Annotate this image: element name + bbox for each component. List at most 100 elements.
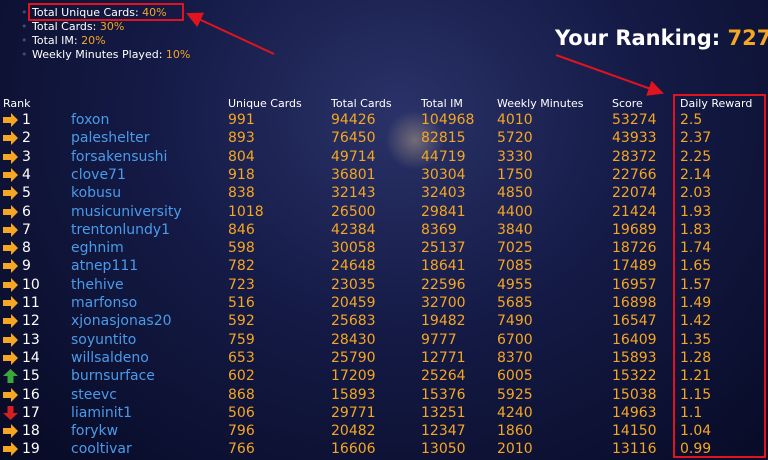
rank-cell: 9 [22, 258, 31, 275]
trend-same-icon [3, 332, 18, 347]
trend-same-icon [3, 442, 18, 457]
unique-cards-cell: 653 [228, 349, 255, 366]
player-name-link[interactable]: liaminit1 [71, 404, 132, 422]
total-cards-cell: 24648 [331, 258, 376, 275]
score-cell: 22074 [612, 185, 657, 202]
table-row: 16 steevc 868 15893 15376 5925 15038 1.15 [0, 386, 768, 404]
player-name-link[interactable]: steevc [71, 386, 117, 404]
table-row: 10 thehive 723 23035 22596 4955 16957 1.57 [0, 276, 768, 294]
trend-up-icon [3, 369, 18, 384]
score-cell: 21424 [612, 203, 657, 220]
weekly-minutes-cell: 3840 [497, 221, 533, 238]
score-cell: 19689 [612, 221, 657, 238]
weekly-minutes-cell: 5925 [497, 386, 533, 403]
total-im-cell: 30304 [421, 166, 466, 183]
total-cards-cell: 28430 [331, 331, 376, 348]
total-im-cell: 25137 [421, 240, 466, 257]
rank-cell: 10 [22, 276, 40, 293]
weekly-minutes-cell: 8370 [497, 349, 533, 366]
score-cell: 13116 [612, 441, 657, 458]
arrow-to-daily-reward [555, 54, 664, 96]
rank-cell: 8 [22, 240, 31, 257]
player-name-link[interactable]: paleshelter [71, 129, 150, 147]
daily-reward-cell: 1.74 [680, 240, 712, 257]
player-name-link[interactable]: forsakensushi [71, 148, 167, 166]
weekly-minutes-cell: 4955 [497, 276, 533, 293]
trend-same-icon [3, 167, 18, 182]
table-row: 18 forykw 796 20482 12347 1860 14150 1.04 [0, 422, 768, 440]
daily-reward-cell: 1.28 [680, 349, 712, 366]
total-cards-cell: 32143 [331, 185, 376, 202]
header-total-cards: Total Cards [331, 97, 392, 110]
score-cell: 14150 [612, 423, 657, 440]
rank-cell: 19 [22, 441, 40, 458]
player-name-link[interactable]: burnsurface [71, 367, 155, 385]
score-cell: 18726 [612, 240, 657, 257]
player-name-link[interactable]: willsaldeno [71, 349, 149, 367]
table-row: 14 willsaldeno 653 25790 12771 8370 15893 1.28 [0, 349, 768, 367]
total-im-cell: 22596 [421, 276, 466, 293]
trend-same-icon [3, 350, 18, 365]
total-cards-cell: 15893 [331, 386, 376, 403]
table-row: 5 kobusu 838 32143 32403 4850 22074 2.03 [0, 184, 768, 202]
table-row: 2 paleshelter 893 76450 82815 5720 43933 2.37 [0, 129, 768, 147]
score-cell: 16409 [612, 331, 657, 348]
unique-cards-cell: 592 [228, 313, 255, 330]
unique-cards-cell: 868 [228, 386, 255, 403]
daily-reward-cell: 2.37 [680, 130, 712, 147]
header-score: Score [612, 97, 643, 110]
player-name-link[interactable]: forykw [71, 422, 118, 440]
daily-reward-cell: 1.15 [680, 386, 712, 403]
daily-reward-cell: 1.57 [680, 276, 712, 293]
player-name-link[interactable]: trentonlundy1 [71, 221, 170, 239]
player-name-link[interactable]: atnep111 [71, 257, 138, 275]
daily-reward-cell: 1.04 [680, 423, 712, 440]
total-im-cell: 13251 [421, 404, 466, 421]
total-im-cell: 15376 [421, 386, 466, 403]
daily-reward-cell: 1.93 [680, 203, 712, 220]
trend-same-icon [3, 222, 18, 237]
header-total-im: Total IM [421, 97, 463, 110]
daily-reward-cell: 2.03 [680, 185, 712, 202]
player-name-link[interactable]: clove71 [71, 166, 126, 184]
trend-same-icon [3, 131, 18, 146]
player-name-link[interactable]: soyuntito [71, 331, 136, 349]
score-cell: 28372 [612, 148, 657, 165]
rank-cell: 18 [22, 423, 40, 440]
player-name-link[interactable]: musicuniversity [71, 203, 182, 221]
rank-cell: 14 [22, 349, 40, 366]
total-im-cell: 13050 [421, 441, 466, 458]
total-im-cell: 18641 [421, 258, 466, 275]
player-name-link[interactable]: marfonso [71, 294, 137, 312]
trend-same-icon [3, 113, 18, 127]
rank-cell: 5 [22, 185, 31, 202]
unique-cards-cell: 804 [228, 148, 255, 165]
rank-cell: 12 [22, 313, 40, 330]
unique-cards-cell: 796 [228, 423, 255, 440]
total-im-cell: 12771 [421, 349, 466, 366]
weekly-minutes-cell: 4400 [497, 203, 533, 220]
arrow-to-weights [186, 12, 275, 55]
player-name-link[interactable]: eghnim [71, 239, 124, 257]
player-name-link[interactable]: xjonasjonas20 [71, 312, 172, 330]
table-row: 12 xjonasjonas20 592 25683 19482 7490 16547 1.4… [0, 312, 768, 330]
rank-cell: 17 [22, 404, 40, 421]
player-name-link[interactable]: thehive [71, 276, 124, 294]
total-im-cell: 104968 [421, 112, 475, 128]
weekly-minutes-cell: 6700 [497, 331, 533, 348]
player-name-link[interactable]: cooltivar [71, 440, 132, 458]
trend-same-icon [3, 424, 18, 439]
daily-reward-cell: 1.83 [680, 221, 712, 238]
score-cell: 15893 [612, 349, 657, 366]
unique-cards-cell: 991 [228, 112, 255, 128]
player-name-link[interactable]: foxon [71, 111, 109, 129]
rank-cell: 11 [22, 295, 40, 311]
rank-cell: 3 [22, 148, 31, 165]
table-row: 17 liaminit1 506 29771 13251 4240 14963 1.1 [0, 404, 768, 422]
daily-reward-cell: 1.1 [680, 404, 703, 421]
player-name-link[interactable]: kobusu [71, 184, 121, 202]
daily-reward-cell: 1.42 [680, 313, 712, 330]
total-cards-cell: 20482 [331, 423, 376, 440]
unique-cards-cell: 506 [228, 404, 255, 421]
unique-cards-cell: 846 [228, 221, 255, 238]
